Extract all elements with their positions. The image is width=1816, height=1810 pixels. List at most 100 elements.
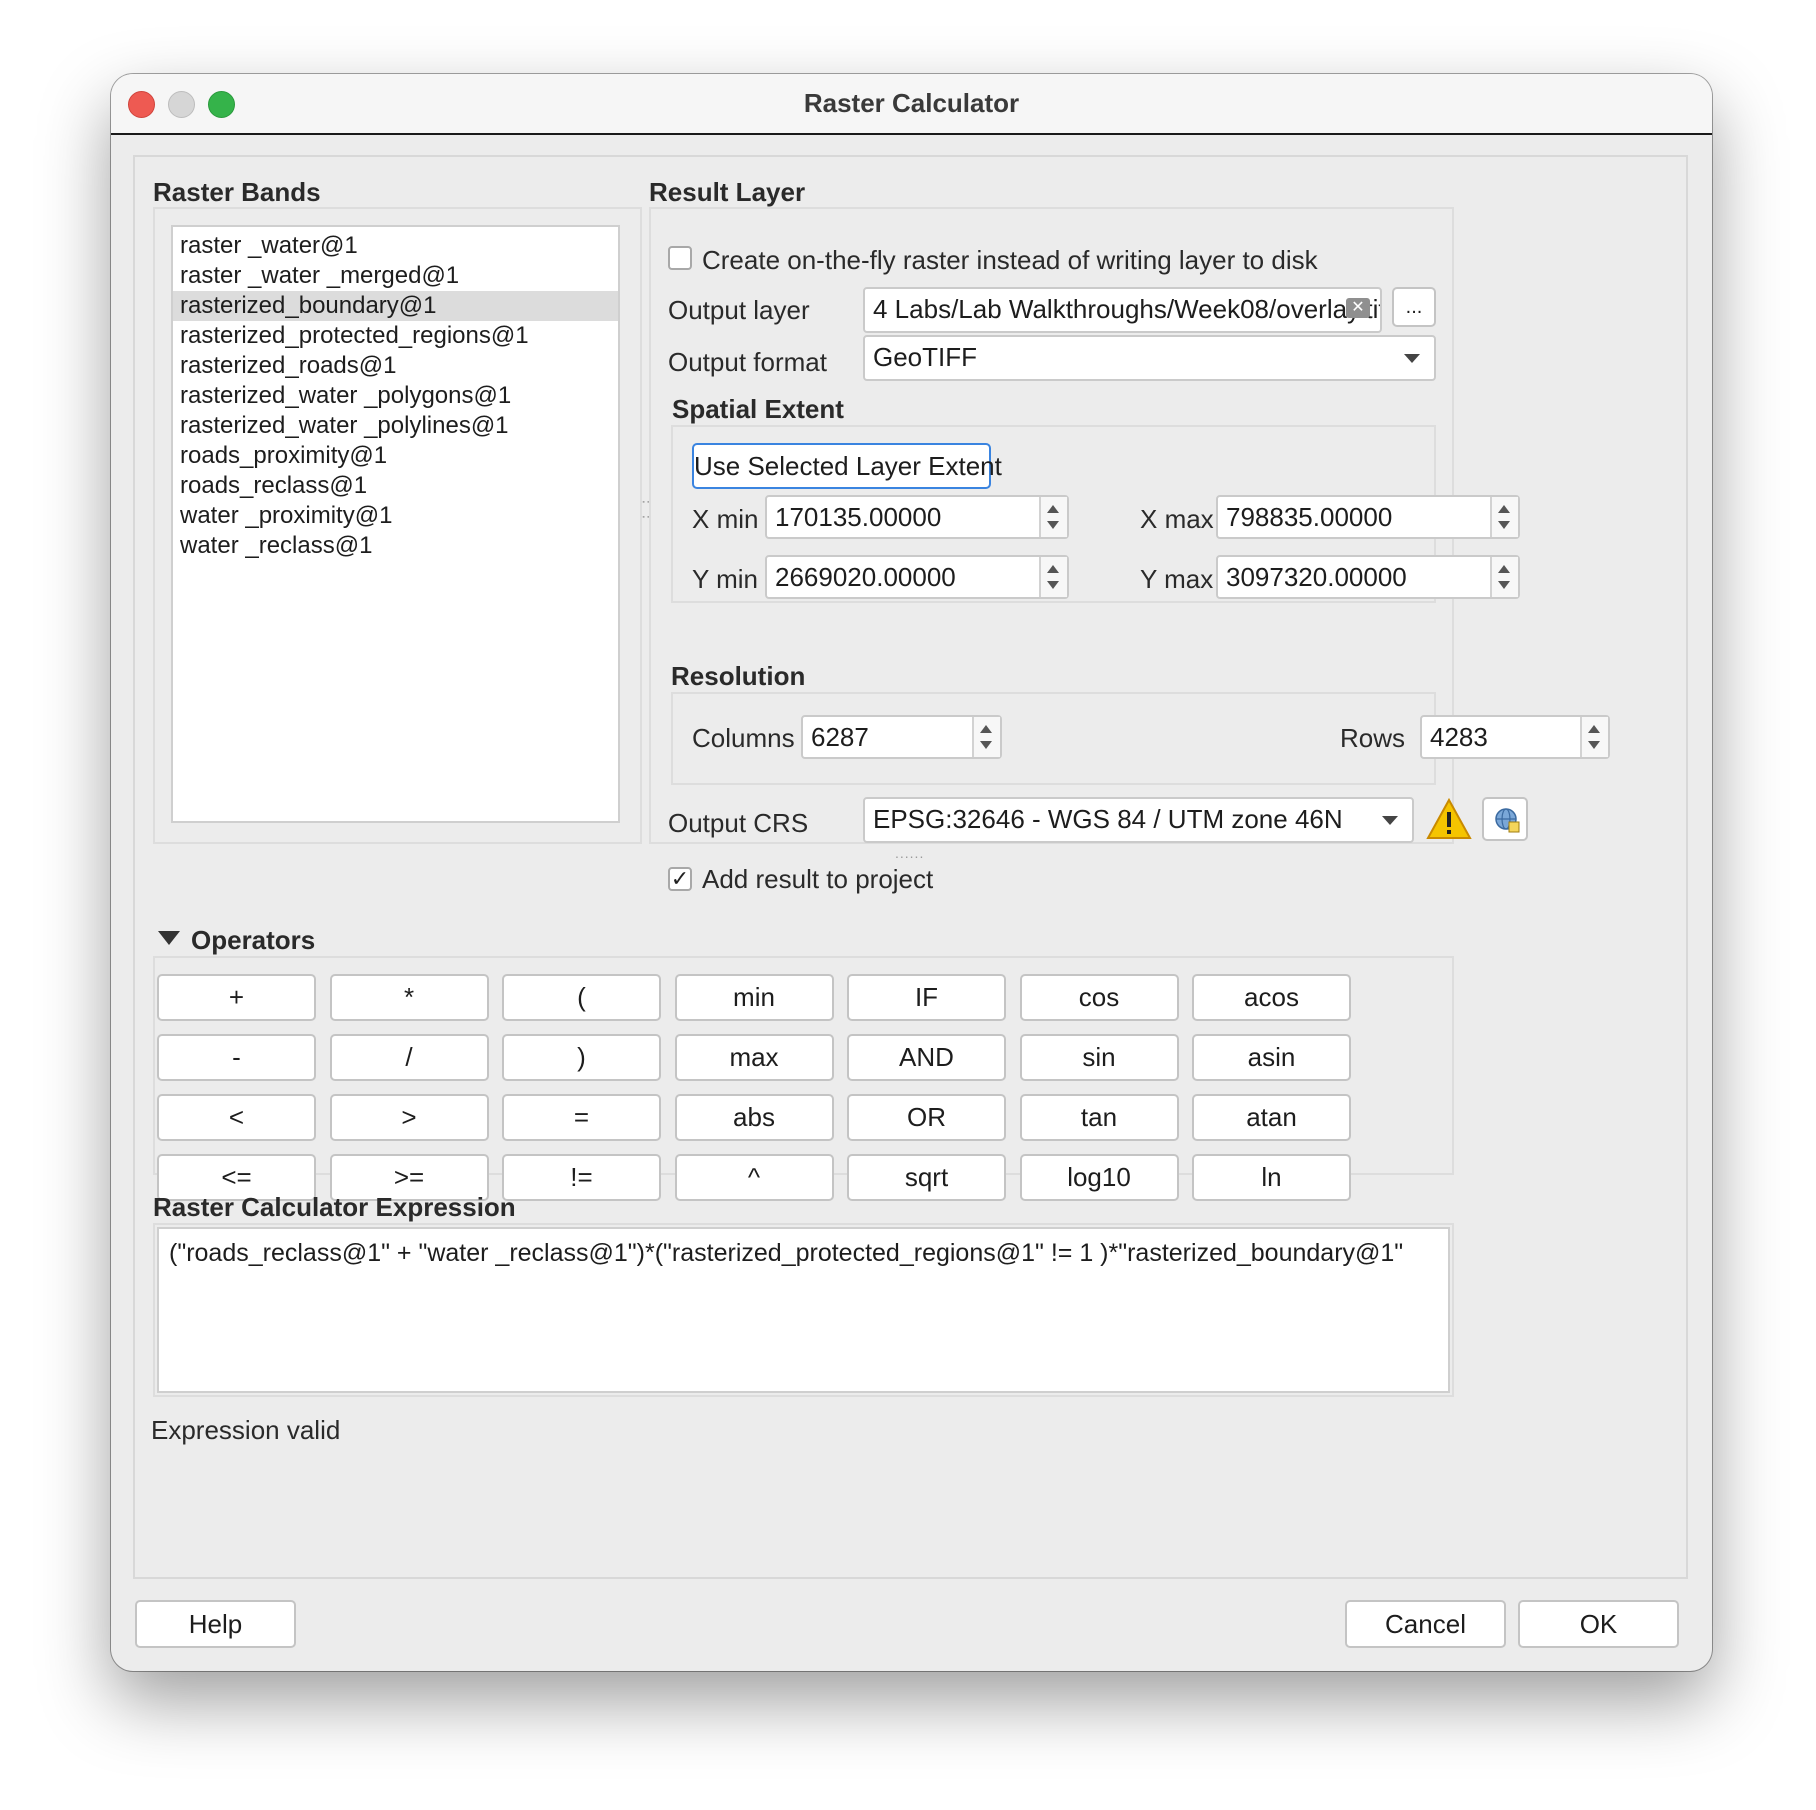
rows-spinbox[interactable]: 4283: [1420, 715, 1610, 759]
operator-button[interactable]: (: [502, 974, 661, 1021]
output-layer-field[interactable]: 4 Labs/Lab Walkthroughs/Week08/overlay.t…: [863, 287, 1382, 333]
ymin-value: 2669020.00000: [775, 562, 956, 592]
operator-button[interactable]: <: [157, 1094, 316, 1141]
resolution-title: Resolution: [671, 661, 806, 691]
operator-button[interactable]: cos: [1019, 974, 1179, 1021]
xmin-stepper[interactable]: [1039, 497, 1067, 537]
xmax-spinbox[interactable]: 798835.00000: [1216, 495, 1520, 539]
band-list-item[interactable]: rasterized_water _polygons@1: [173, 381, 618, 411]
onthefly-label: Create on-the-fly raster instead of writ…: [702, 245, 1318, 275]
operator-button[interactable]: ^: [674, 1154, 834, 1201]
xmin-spinbox[interactable]: 170135.00000: [765, 495, 1069, 539]
columns-label: Columns: [692, 723, 795, 753]
select-crs-button[interactable]: [1482, 797, 1528, 841]
operator-button[interactable]: !=: [502, 1154, 661, 1201]
operator-button[interactable]: OR: [847, 1094, 1006, 1141]
add-result-checkbox[interactable]: ✓: [668, 867, 692, 891]
band-list-item[interactable]: roads_proximity@1: [173, 441, 618, 471]
operator-button[interactable]: atan: [1192, 1094, 1351, 1141]
expression-title: Raster Calculator Expression: [153, 1192, 516, 1222]
columns-stepper[interactable]: [972, 717, 1000, 757]
dialog-content: Raster Bands raster _water@1 raster _wate…: [133, 155, 1688, 1579]
cancel-button[interactable]: Cancel: [1345, 1600, 1506, 1648]
onthefly-checkbox[interactable]: [668, 246, 692, 270]
operator-button[interactable]: tan: [1019, 1094, 1179, 1141]
rows-value: 4283: [1430, 722, 1488, 752]
ymin-label: Y min: [692, 564, 758, 594]
xmax-label: X max: [1140, 504, 1214, 534]
globe-icon: [1495, 808, 1520, 833]
rows-label: Rows: [1340, 723, 1406, 753]
output-crs-label: Output CRS: [668, 808, 809, 838]
collapse-triangle-icon[interactable]: [158, 931, 180, 945]
expression-editor[interactable]: ("roads_reclass@1" + "water _reclass@1")…: [157, 1227, 1450, 1393]
band-list-item[interactable]: water _proximity@1: [173, 501, 618, 531]
band-list-item[interactable]: rasterized_boundary@1: [173, 291, 618, 321]
ymin-stepper[interactable]: [1039, 557, 1067, 597]
operator-button[interactable]: log10: [1019, 1154, 1179, 1201]
ymin-spinbox[interactable]: 2669020.00000: [765, 555, 1069, 599]
spatial-extent-title: Spatial Extent: [672, 394, 844, 424]
raster-bands-list[interactable]: raster _water@1 raster _water _merged@1 ra…: [171, 225, 620, 823]
band-list-item[interactable]: raster _water@1: [173, 231, 618, 261]
operator-button[interactable]: *: [329, 974, 489, 1021]
xmin-label: X min: [692, 504, 759, 534]
operator-button[interactable]: asin: [1192, 1034, 1351, 1081]
operator-button[interactable]: =: [502, 1094, 661, 1141]
add-result-label: Add result to project: [702, 864, 934, 894]
operator-button[interactable]: sqrt: [847, 1154, 1006, 1201]
operator-button[interactable]: IF: [847, 974, 1006, 1021]
output-format-label: Output format: [668, 347, 827, 377]
operator-button[interactable]: +: [157, 974, 316, 1021]
raster-calculator-dialog: Raster Calculator Raster Bands raster _w…: [111, 74, 1712, 1671]
output-format-combo[interactable]: GeoTIFF: [863, 335, 1436, 381]
columns-value: 6287: [811, 722, 869, 752]
ymax-label: Y max: [1140, 564, 1214, 594]
ymax-spinbox[interactable]: 3097320.00000: [1216, 555, 1520, 599]
band-list-item[interactable]: raster _water _merged@1: [173, 261, 618, 291]
clear-field-icon[interactable]: ✕: [1346, 298, 1370, 318]
operator-button[interactable]: >: [329, 1094, 489, 1141]
output-crs-value: EPSG:32646 - WGS 84 / UTM zone 46N: [873, 804, 1343, 834]
rows-stepper[interactable]: [1580, 717, 1608, 757]
band-list-item[interactable]: water _reclass@1: [173, 531, 618, 561]
browse-output-button[interactable]: ...: [1392, 287, 1436, 327]
operator-button[interactable]: abs: [674, 1094, 834, 1141]
xmax-value: 798835.00000: [1226, 502, 1393, 532]
operator-button[interactable]: ln: [1192, 1154, 1351, 1201]
band-list-item[interactable]: roads_reclass@1: [173, 471, 618, 501]
ok-button[interactable]: OK: [1518, 1600, 1679, 1648]
chevron-down-icon: [1404, 354, 1420, 363]
band-list-item[interactable]: rasterized_protected_regions@1: [173, 321, 618, 351]
output-layer-value: 4 Labs/Lab Walkthroughs/Week08/overlay.t…: [873, 294, 1382, 324]
operator-button[interactable]: max: [674, 1034, 834, 1081]
operator-button[interactable]: acos: [1192, 974, 1351, 1021]
operator-button[interactable]: -: [157, 1034, 316, 1081]
output-crs-combo[interactable]: EPSG:32646 - WGS 84 / UTM zone 46N: [863, 797, 1414, 843]
band-list-item[interactable]: rasterized_roads@1: [173, 351, 618, 381]
window-title: Raster Calculator: [803, 88, 1020, 118]
expression-status: Expression valid: [151, 1415, 341, 1445]
raster-bands-title: Raster Bands: [153, 177, 321, 207]
use-selected-layer-extent-button[interactable]: Use Selected Layer Extent: [692, 443, 1002, 489]
title-bar: Raster Calculator: [111, 74, 1712, 135]
output-format-value: GeoTIFF: [873, 342, 978, 372]
operators-title[interactable]: Operators: [191, 925, 315, 956]
warning-icon: [1426, 797, 1472, 839]
columns-spinbox[interactable]: 6287: [801, 715, 1002, 759]
xmax-stepper[interactable]: [1490, 497, 1518, 537]
output-layer-label: Output layer: [668, 295, 810, 325]
operator-button[interactable]: ): [502, 1034, 661, 1081]
ymax-stepper[interactable]: [1490, 557, 1518, 597]
operator-button[interactable]: AND: [847, 1034, 1006, 1081]
help-button[interactable]: Help: [135, 1600, 296, 1648]
result-layer-title: Result Layer: [649, 177, 806, 207]
horizontal-splitter-handle[interactable]: ......: [895, 845, 924, 861]
operator-button[interactable]: sin: [1019, 1034, 1179, 1081]
chevron-down-icon: [1382, 816, 1398, 825]
band-list-item[interactable]: rasterized_water _polylines@1: [173, 411, 618, 441]
xmin-value: 170135.00000: [775, 502, 942, 532]
ymax-value: 3097320.00000: [1226, 562, 1407, 592]
operator-button[interactable]: /: [329, 1034, 489, 1081]
operator-button[interactable]: min: [674, 974, 834, 1021]
